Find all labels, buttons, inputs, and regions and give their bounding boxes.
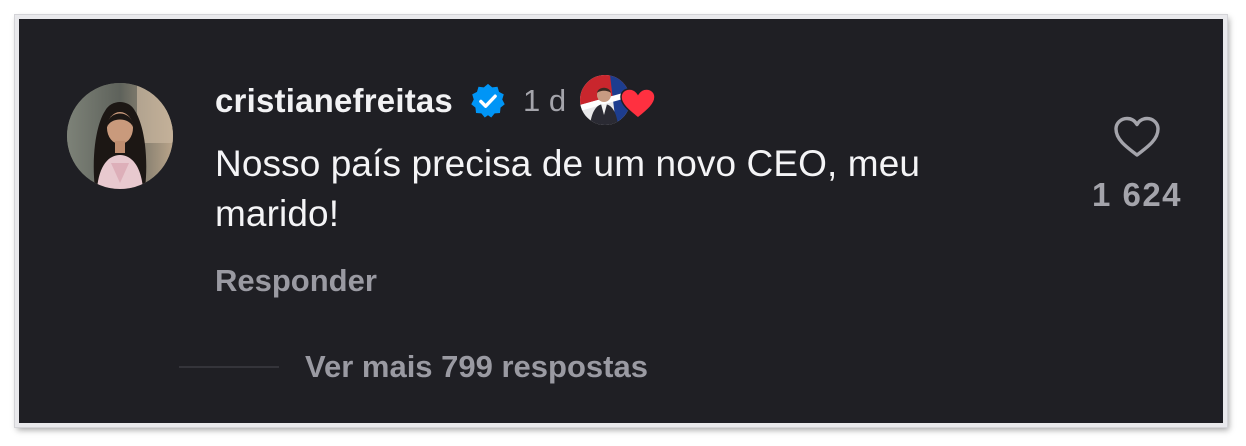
like-section: 1 624: [1077, 115, 1197, 217]
comment-text: Nosso país precisa de um novo CEO, meu m…: [215, 143, 921, 234]
like-count: 1 624: [1091, 176, 1183, 213]
author-liked-indicator: [580, 75, 660, 127]
comment-card: cristianefreitas 1 d Nosso país precisa …: [19, 19, 1223, 423]
comment-timestamp: 1 d: [523, 83, 567, 118]
replies-divider-line: [179, 366, 279, 368]
like-heart-icon[interactable]: [1113, 115, 1161, 159]
screenshot-frame: cristianefreitas 1 d Nosso país precisa …: [15, 15, 1227, 427]
heart-icon: [620, 88, 656, 120]
reply-button[interactable]: Responder: [215, 259, 377, 303]
view-more-replies[interactable]: Ver mais 799 respostas: [179, 345, 648, 389]
verified-badge-icon: [469, 82, 507, 120]
user-avatar[interactable]: [67, 83, 173, 189]
username-link[interactable]: cristianefreitas: [215, 77, 453, 125]
comment-header: cristianefreitas 1 d: [215, 75, 660, 127]
view-more-replies-label[interactable]: Ver mais 799 respostas: [305, 345, 648, 389]
